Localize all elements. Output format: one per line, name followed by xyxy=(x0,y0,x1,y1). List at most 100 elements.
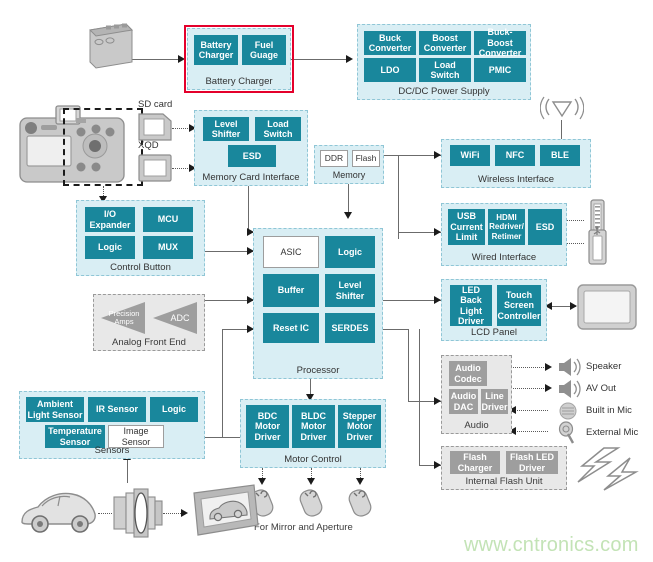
block-audio-dac[interactable]: Audio DAC xyxy=(449,389,478,414)
group-wireless-interface[interactable]: WiFi NFC BLE Wireless Interface xyxy=(441,139,591,188)
group-label-processor: Processor xyxy=(296,365,340,376)
sd-card-icon xyxy=(138,113,172,141)
block-boost-converter[interactable]: Boost Converter xyxy=(419,31,471,55)
block-diagram-canvas: SD card XQD Speaker AV Out Built in Mic … xyxy=(0,0,653,562)
block-esd[interactable]: ESD xyxy=(228,145,276,167)
block-buck-boost-converter[interactable]: Buck-Boost Converter xyxy=(474,27,526,58)
connector-processor-to-audio-a xyxy=(383,329,408,330)
block-ddr[interactable]: DDR xyxy=(320,150,348,167)
lcd-display-icon xyxy=(577,284,637,330)
external-microphone-icon xyxy=(558,421,575,444)
connector-control-to-processor xyxy=(205,251,253,252)
connector-wired-to-usb xyxy=(566,243,584,244)
group-wired-interface[interactable]: USB Current Limit HDMI Redriver/ Retimer… xyxy=(441,203,567,266)
arrowhead xyxy=(434,397,441,405)
arrowhead xyxy=(545,363,552,371)
microphone-icon xyxy=(559,402,577,420)
group-power-supply[interactable]: Buck Converter Boost Converter Buck-Boos… xyxy=(357,24,531,100)
block-led-back-light-driver[interactable]: LED Back Light Driver xyxy=(450,285,492,326)
block-load-switch[interactable]: Load Switch xyxy=(255,117,301,141)
arrowhead xyxy=(307,478,315,485)
block-bldc-motor-driver[interactable]: BLDC Motor Driver xyxy=(292,405,335,448)
block-hdmi-redriver-retimer[interactable]: HDMI Redriver/ Retimer xyxy=(488,209,525,245)
group-internal-flash-unit[interactable]: Flash Charger Flash LED Driver Internal … xyxy=(441,446,567,490)
block-mcu[interactable]: MCU xyxy=(143,207,193,232)
block-mux[interactable]: MUX xyxy=(143,236,193,259)
block-audio-codec[interactable]: Audio Codec xyxy=(449,361,487,386)
block-line-driver[interactable]: Line Driver xyxy=(481,389,508,414)
group-label-memory: Memory xyxy=(332,170,366,180)
block-bdc-motor-driver[interactable]: BDC Motor Driver xyxy=(246,405,289,448)
group-label-audio: Audio xyxy=(464,420,489,431)
group-battery-charger[interactable]: Battery Charger Fuel Guage Battery Charg… xyxy=(187,28,291,90)
group-label-control-button: Control Button xyxy=(110,262,171,273)
block-usb-current-limit[interactable]: USB Current Limit xyxy=(448,209,485,245)
block-buffer[interactable]: Buffer xyxy=(263,274,319,307)
connector-afe-to-processor xyxy=(205,300,253,301)
xqd-label: XQD xyxy=(138,140,159,151)
block-wifi[interactable]: WiFi xyxy=(450,145,490,166)
group-memory-card-interface[interactable]: Level Shifter Load Switch ESD Memory Car… xyxy=(194,110,308,186)
block-adc[interactable]: ADC xyxy=(164,306,196,330)
connector-imaging-to-sensors xyxy=(127,457,128,483)
arrowhead xyxy=(434,151,441,159)
group-lcd-panel[interactable]: LED Back Light Driver Touch Screen Contr… xyxy=(441,279,547,341)
block-level-shifter[interactable]: Level Shifter xyxy=(203,117,249,141)
block-flash-charger[interactable]: Flash Charger xyxy=(450,451,500,474)
group-memory[interactable]: DDR Flash Memory xyxy=(314,145,384,184)
block-logic[interactable]: Logic xyxy=(325,236,375,268)
block-esd[interactable]: ESD xyxy=(528,209,562,245)
block-logic[interactable]: Logic xyxy=(85,236,135,259)
car-icon xyxy=(21,492,96,533)
photo-frame-icon xyxy=(193,484,259,536)
connector-externalmic-to-audio xyxy=(511,431,548,432)
block-serdes[interactable]: SERDES xyxy=(325,313,375,343)
connector-wired-to-hdmi xyxy=(566,220,584,221)
group-label-motor-control: Motor Control xyxy=(284,454,342,465)
watermark: www.cntronics.com xyxy=(464,534,639,556)
block-fuel-guage[interactable]: Fuel Guage xyxy=(242,35,286,65)
sd-card-label: SD card xyxy=(138,99,173,110)
antenna-icon xyxy=(540,96,584,120)
arrowhead xyxy=(346,55,353,63)
connector-battery-to-charger xyxy=(132,59,180,60)
block-asic[interactable]: ASIC xyxy=(263,236,319,268)
block-touch-screen-controller[interactable]: Touch Screen Controller xyxy=(497,285,541,326)
group-audio[interactable]: Audio Codec Audio DAC Line Driver Audio xyxy=(441,355,512,434)
block-ble[interactable]: BLE xyxy=(540,145,580,166)
connector-sensors-to-processor-b xyxy=(222,329,223,437)
motor-icon xyxy=(299,489,323,517)
usb-port-icon xyxy=(588,226,607,265)
block-io-expander[interactable]: I/O Expander xyxy=(85,207,135,232)
camera-lens-icon xyxy=(113,488,163,538)
block-buck-converter[interactable]: Buck Converter xyxy=(364,31,416,55)
speaker-label: Speaker xyxy=(586,361,622,372)
block-level-shifter[interactable]: Level Shifter xyxy=(325,274,375,307)
block-ir-sensor[interactable]: IR Sensor xyxy=(88,397,146,422)
block-nfc[interactable]: NFC xyxy=(495,145,535,166)
group-sensors[interactable]: Ambient Light Sensor IR Sensor Logic Tem… xyxy=(19,391,205,459)
block-stepper-motor-driver[interactable]: Stepper Motor Driver xyxy=(338,405,381,448)
block-load-switch[interactable]: Load Switch xyxy=(419,58,471,82)
arrowhead xyxy=(434,228,441,236)
block-pmic[interactable]: PMIC xyxy=(474,58,526,82)
group-control-button[interactable]: I/O Expander MCU Logic MUX Control Butto… xyxy=(76,200,205,276)
arrowhead xyxy=(344,212,352,219)
speaker-icon xyxy=(559,380,581,398)
block-flash[interactable]: Flash xyxy=(352,150,380,167)
block-ldo[interactable]: LDO xyxy=(364,58,416,82)
block-ambient-light-sensor[interactable]: Ambient Light Sensor xyxy=(26,397,84,422)
arrowhead xyxy=(356,478,364,485)
connector-audio-to-avout xyxy=(511,388,548,389)
arrowhead xyxy=(181,509,188,517)
block-flash-led-driver[interactable]: Flash LED Driver xyxy=(506,451,558,474)
group-motor-control[interactable]: BDC Motor Driver BLDC Motor Driver Stepp… xyxy=(240,399,386,468)
group-processor[interactable]: ASIC Logic Buffer Level Shifter Reset IC… xyxy=(253,228,383,379)
block-reset-ic[interactable]: Reset IC xyxy=(263,313,319,343)
group-analog-front-end[interactable]: Precision Amps ADC Analog Front End xyxy=(93,294,205,351)
block-battery-charger[interactable]: Battery Charger xyxy=(194,35,238,65)
group-label-wireless-interface: Wireless Interface xyxy=(477,174,555,185)
block-logic[interactable]: Logic xyxy=(150,397,198,422)
block-precision-amps[interactable]: Precision Amps xyxy=(108,306,140,330)
connector-builtinmic-to-audio xyxy=(511,410,548,411)
